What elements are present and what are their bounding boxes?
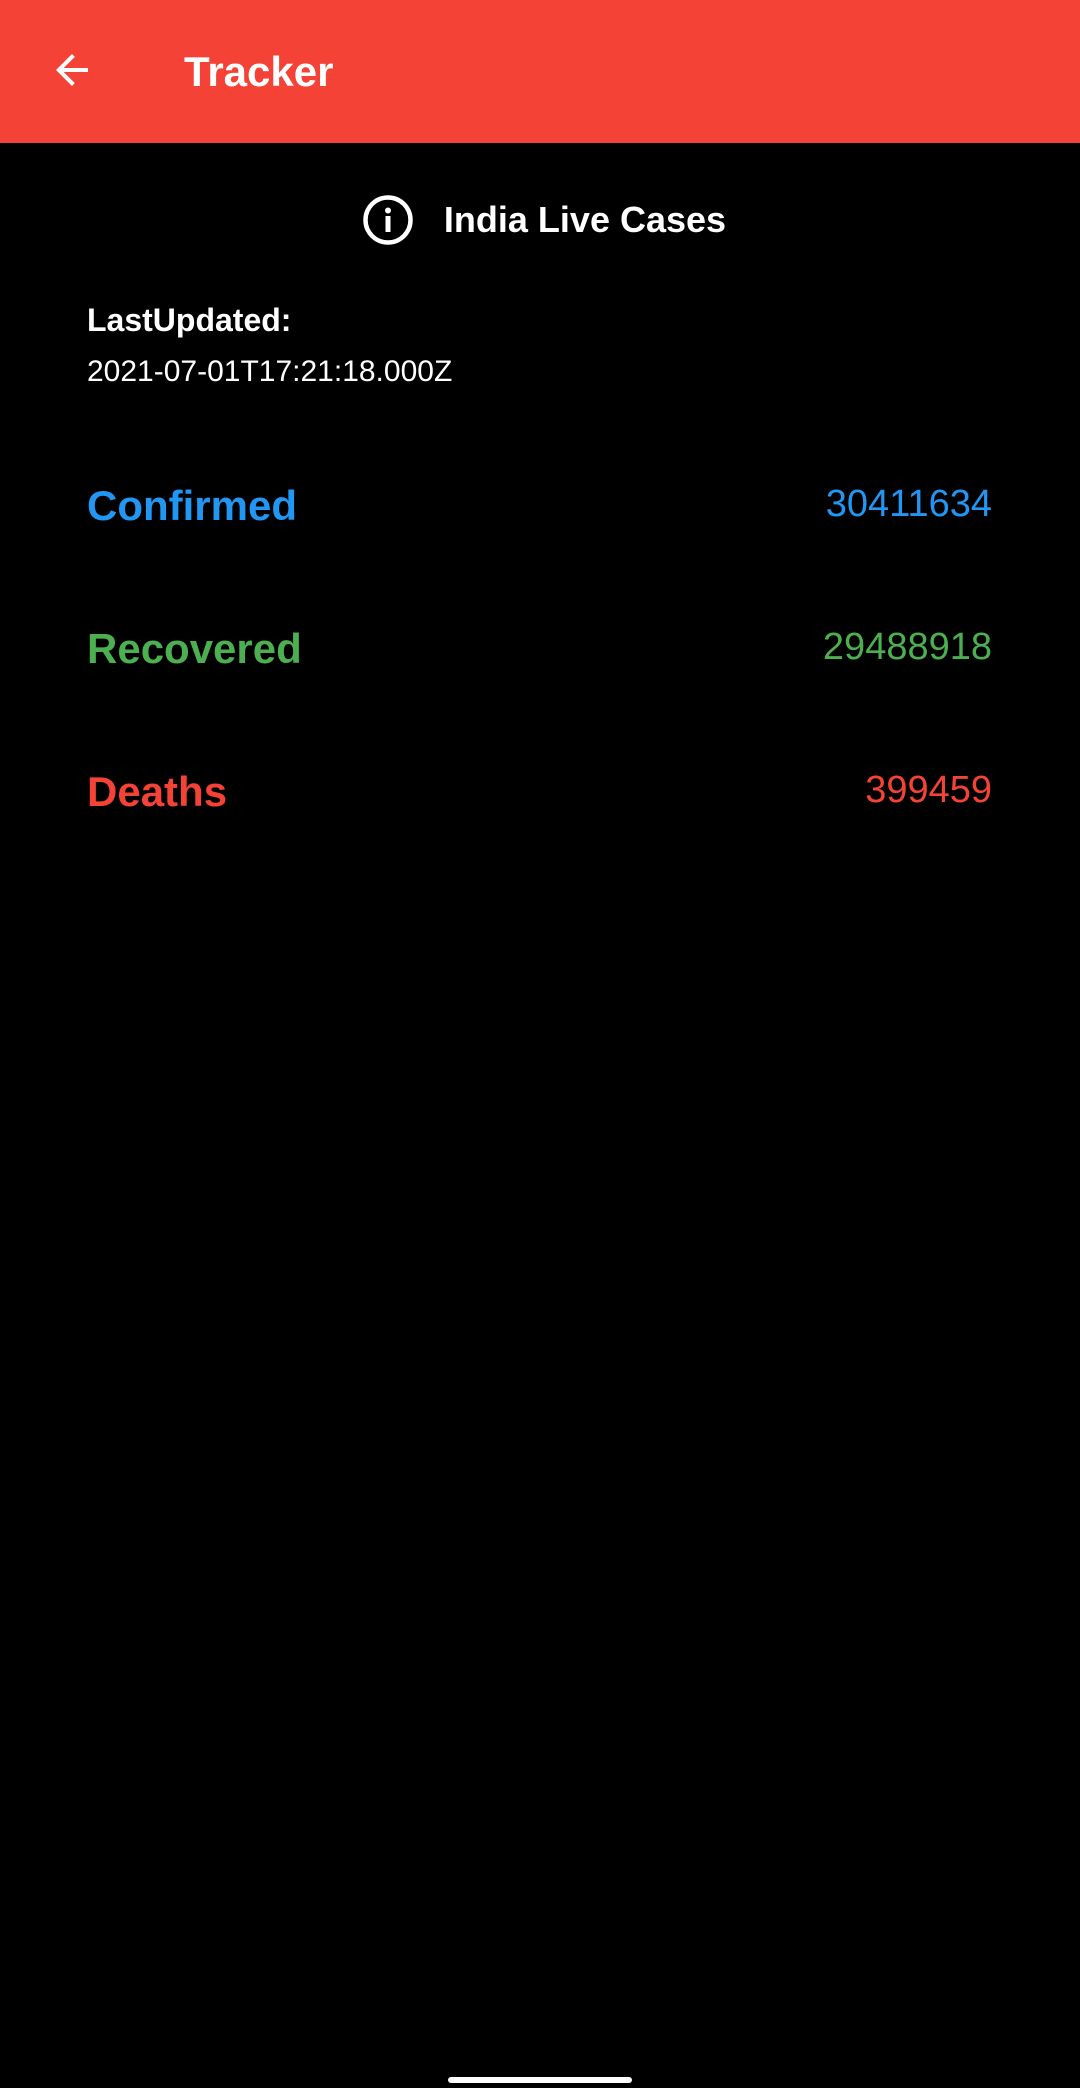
stat-row-confirmed: Confirmed 30411634 [87, 476, 992, 536]
home-indicator[interactable] [448, 2077, 632, 2083]
app-bar: Tracker [0, 0, 1080, 143]
stat-row-deaths: Deaths 399459 [87, 762, 992, 822]
confirmed-label: Confirmed [87, 482, 297, 529]
stat-row-recovered: Recovered 29488918 [87, 619, 992, 679]
section-title: India Live Cases [443, 199, 727, 240]
deaths-label: Deaths [87, 768, 228, 815]
recovered-label: Recovered [87, 625, 302, 672]
page-title: Tracker [184, 48, 334, 95]
arrow-left-icon [48, 46, 96, 99]
last-updated-label: LastUpdated: [87, 302, 292, 338]
back-button[interactable] [38, 38, 106, 106]
last-updated-value: 2021-07-01T17:21:18.000Z [87, 355, 453, 388]
live-cases-header: India Live Cases [0, 190, 1080, 250]
confirmed-value: 30411634 [825, 483, 992, 525]
recovered-value: 29488918 [822, 626, 992, 668]
deaths-value: 399459 [865, 769, 992, 811]
info-icon[interactable] [362, 194, 414, 246]
